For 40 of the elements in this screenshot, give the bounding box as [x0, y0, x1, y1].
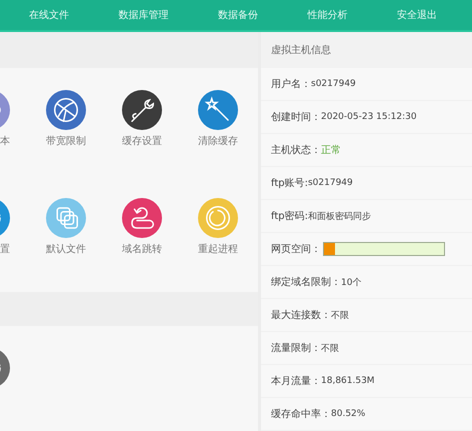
- nav-link[interactable]: 数据库管理: [118, 8, 168, 22]
- info-label: 缓存命中率：: [271, 408, 331, 421]
- info-label: ftp账号:: [271, 176, 308, 190]
- info-label: 网页空间：: [271, 242, 321, 256]
- info-value: s0217949: [311, 79, 356, 89]
- nav-link[interactable]: 性能分析: [308, 8, 348, 22]
- globe-icon[interactable]: [46, 90, 86, 130]
- tool-label: 本: [0, 134, 10, 148]
- info-label: 绑定域名限制：: [271, 276, 341, 289]
- nav-link[interactable]: 在线文件: [28, 8, 69, 22]
- info-value: 不限: [321, 342, 339, 354]
- info-value: 不限: [331, 310, 349, 322]
- tool-label: 置: [0, 242, 10, 256]
- info-value: 2020-05-23 15:12:30: [321, 112, 417, 122]
- tool-label: 清除缓存: [198, 134, 238, 148]
- restart-icon[interactable]: [198, 198, 238, 238]
- status-value: 正常: [321, 144, 341, 157]
- info-label: 本月流量：: [271, 374, 321, 388]
- tool-label: 带宽限制: [46, 134, 86, 148]
- info-label: 创建时间：: [271, 110, 321, 124]
- tool-label: 重起进程: [198, 242, 238, 256]
- info-label: 主机状态：: [271, 144, 321, 157]
- info-value: 和面板密码同步: [308, 210, 371, 222]
- magic-wand-icon[interactable]: [198, 90, 238, 130]
- tool-label: 域名跳转: [122, 242, 162, 256]
- info-label: 用户名：: [271, 78, 311, 91]
- info-label: ftp密码:: [271, 210, 308, 223]
- tool-label: 默认文件: [46, 242, 86, 256]
- info-label: 流量限制：: [271, 342, 321, 355]
- redirect-icon[interactable]: [122, 198, 162, 238]
- panel-title: 虚拟主机信息: [271, 44, 331, 57]
- info-value: 18,861.53M: [321, 376, 375, 386]
- info-value: 80.52%: [331, 409, 366, 419]
- tool-label: 缓存设置: [122, 134, 162, 148]
- info-value: s0217949: [308, 178, 353, 188]
- nav-link[interactable]: 数据备份: [218, 8, 258, 22]
- info-value: 10个: [341, 276, 362, 288]
- nav-link[interactable]: 安全退出: [397, 8, 438, 22]
- info-label: 最大连接数：: [271, 308, 331, 322]
- wrench-icon[interactable]: [122, 90, 162, 130]
